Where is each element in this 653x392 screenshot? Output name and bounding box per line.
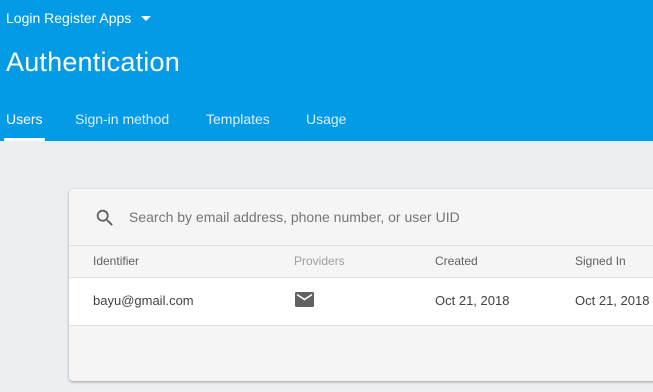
tab-users[interactable]: Users: [6, 102, 43, 141]
search-bar: [69, 189, 653, 246]
search-icon: [96, 209, 113, 226]
project-selector[interactable]: Login Register Apps: [6, 8, 152, 28]
tab-sign-in-method[interactable]: Sign-in method: [75, 102, 169, 141]
caret-down-icon: [141, 16, 152, 21]
email-icon: [295, 292, 314, 307]
tab-usage[interactable]: Usage: [306, 102, 346, 141]
column-header-created[interactable]: Created: [435, 246, 478, 277]
user-identifier: bayu@gmail.com: [93, 293, 194, 308]
table-header: Identifier Providers Created Signed In: [69, 246, 653, 278]
active-tab-indicator: [4, 138, 45, 141]
app-header: Login Register Apps Authentication Users…: [0, 0, 653, 141]
column-header-signed-in[interactable]: Signed In: [575, 246, 626, 277]
table-row[interactable]: bayu@gmail.com Oct 21, 2018 Oct 21, 2018: [69, 278, 653, 326]
tab-templates[interactable]: Templates: [206, 102, 270, 141]
users-card: Identifier Providers Created Signed In b…: [69, 189, 653, 381]
column-header-providers: Providers: [294, 254, 345, 268]
column-header-identifier[interactable]: Identifier: [93, 246, 139, 277]
user-created-date: Oct 21, 2018: [435, 293, 510, 308]
page-title: Authentication: [6, 47, 180, 77]
user-signed-in-date: Oct 21, 2018: [575, 293, 650, 308]
search-input[interactable]: [129, 206, 649, 228]
project-name: Login Register Apps: [6, 10, 132, 26]
